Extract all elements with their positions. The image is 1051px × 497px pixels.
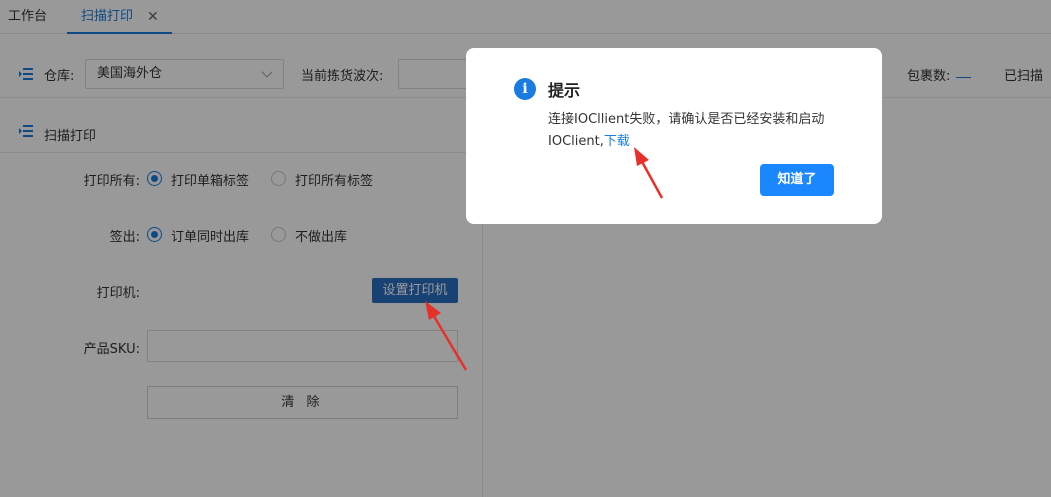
ok-button[interactable]: 知道了: [760, 164, 834, 196]
dialog-title: 提示: [548, 81, 581, 100]
dialog-message: 连接IOCllient失败，请确认是否已经安装和启动IOClient,下载: [548, 109, 848, 153]
download-link[interactable]: 下载: [604, 134, 630, 149]
alert-dialog: i 提示 连接IOCllient失败，请确认是否已经安装和启动IOClient,…: [466, 48, 882, 224]
info-icon: i: [514, 78, 536, 100]
dialog-message-text: 连接IOCllient失败，请确认是否已经安装和启动IOClient,: [548, 112, 825, 149]
